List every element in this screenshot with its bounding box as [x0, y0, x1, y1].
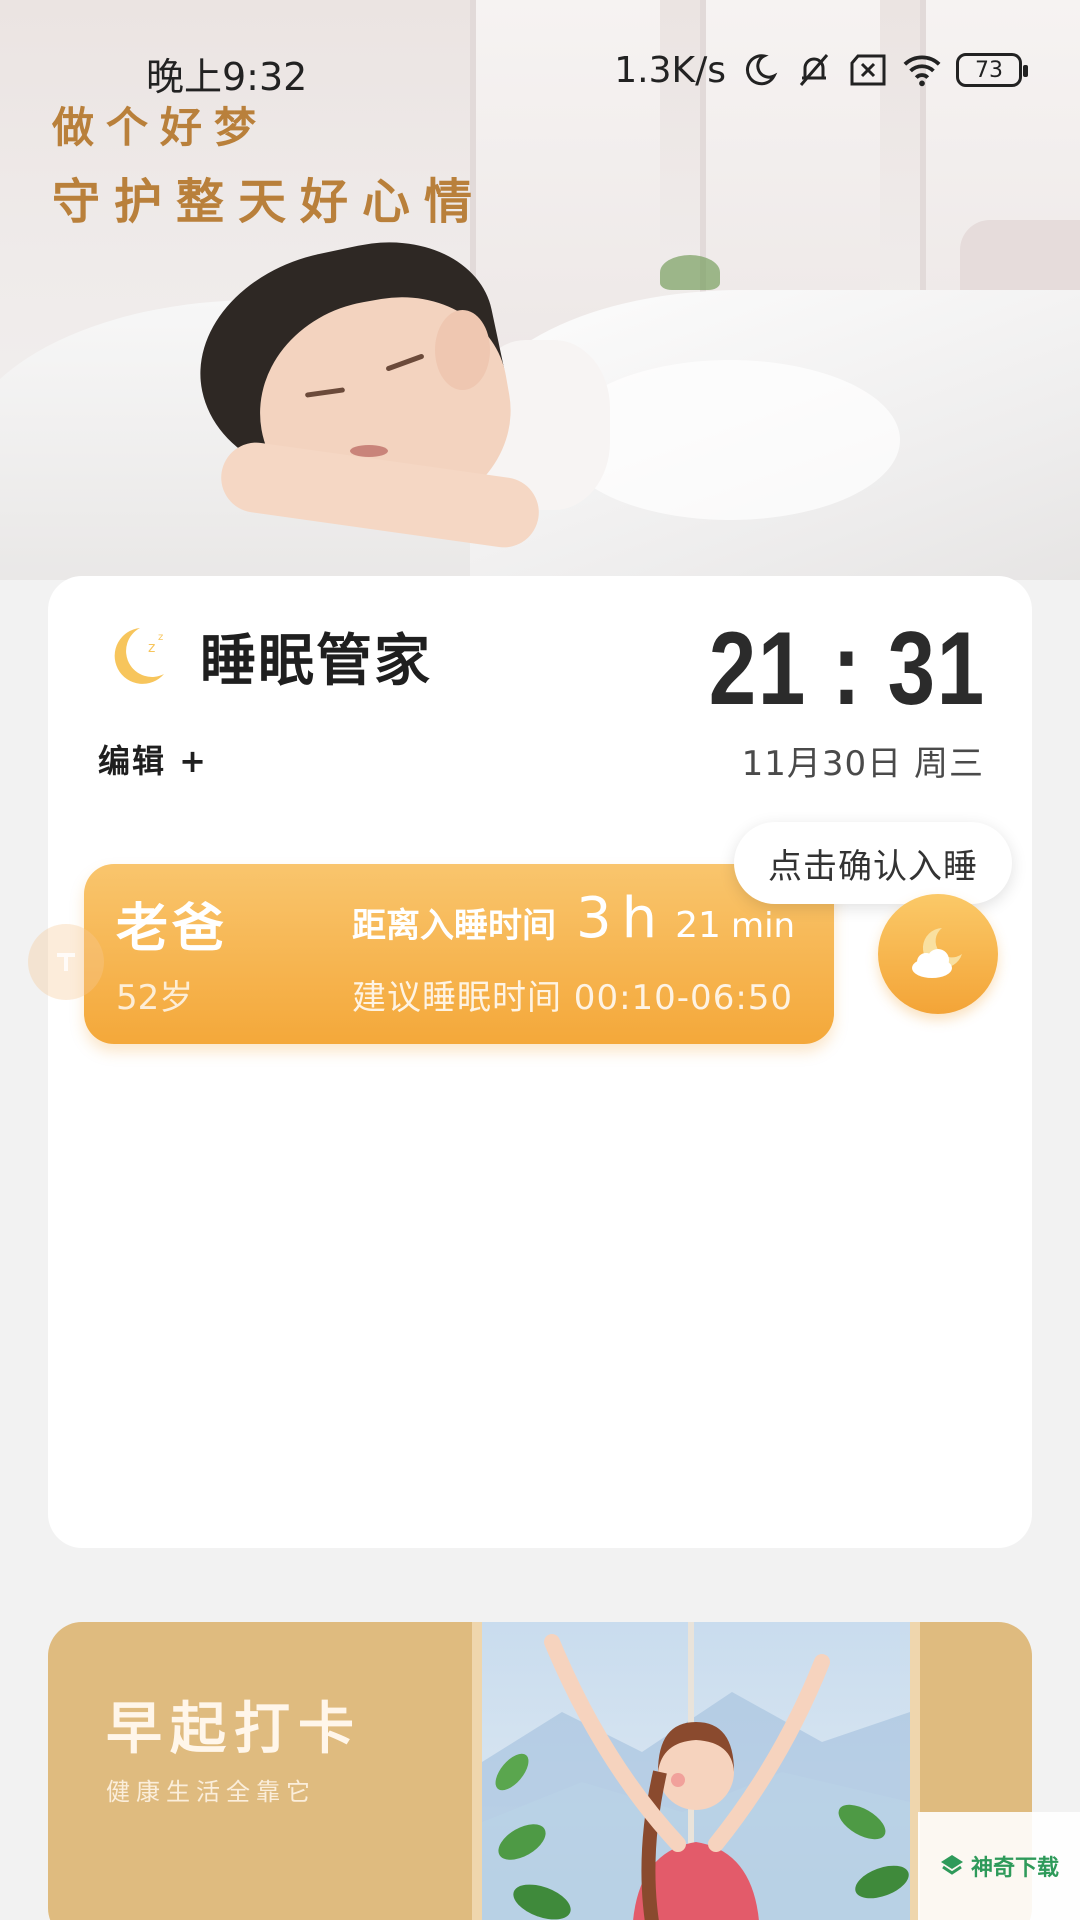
person-name: 老爸 [116, 899, 229, 959]
moon-icon [740, 50, 780, 90]
countdown-minutes: 21 [675, 905, 721, 946]
status-time: 晚上9:32 [146, 55, 308, 99]
current-date: 11月30日 周三 [741, 744, 984, 784]
watermark-text: 神奇下载 [970, 1856, 1059, 1881]
banner-title: 早起打卡 [106, 1697, 362, 1762]
edit-button[interactable]: 编辑 + [98, 736, 208, 782]
plant [660, 255, 720, 290]
current-time: 21 : 31 [709, 611, 986, 727]
svg-text:z: z [148, 640, 155, 656]
sim-off-icon [848, 50, 888, 90]
app-title: 睡眠管家 [200, 629, 432, 694]
sleep-manager-card: z z 睡眠管家 编辑 + 21 : 31 11月30日 周三 老爸 52岁 距… [48, 576, 1032, 1548]
svg-text:z: z [158, 632, 163, 643]
confirm-sleep-button[interactable] [878, 894, 998, 1014]
blanket-fold [560, 360, 900, 520]
watermark: 神奇下载 [918, 1812, 1080, 1920]
battery-level: 73 [975, 57, 1003, 83]
status-bar: 晚上9:32 1.3K/s 73 [0, 0, 1080, 140]
person-sleep-card[interactable]: 老爸 52岁 距离入睡时间 3 h 21 min 建议睡眠时间 00:10-06… [84, 864, 834, 1044]
side-float-handle[interactable] [28, 924, 104, 1000]
watermark-logo-icon [940, 1855, 963, 1875]
countdown-hours: 3 [576, 886, 612, 951]
countdown-label: 距离入睡时间 [352, 906, 556, 946]
countdown-hours-unit: h [621, 886, 658, 951]
network-speed: 1.3K/s [614, 49, 726, 91]
moon-sleep-icon: z z [102, 616, 182, 696]
suggested-sleep-time: 建议睡眠时间 00:10-06:50 [352, 978, 794, 1018]
battery-icon: 73 [956, 53, 1028, 87]
early-rise-checkin-banner[interactable]: 早起打卡 健康生活全靠它 [48, 1622, 1032, 1920]
sleeping-child-illustration [179, 221, 610, 552]
person-age: 52岁 [116, 978, 194, 1018]
hero-slogan-line2: 守护整天好心情 [52, 174, 487, 230]
pin-icon [57, 953, 75, 971]
countdown-minutes-unit: min [730, 906, 796, 946]
status-icons: 1.3K/s 73 [614, 46, 1028, 94]
banner-subtitle: 健康生活全靠它 [106, 1778, 316, 1806]
wifi-icon [902, 50, 942, 90]
morning-stretch-illustration [472, 1622, 920, 1920]
confirm-sleep-tooltip: 点击确认入睡 [734, 822, 1012, 918]
moon-cloud-icon [912, 928, 962, 978]
bell-muted-icon [794, 50, 834, 90]
sleep-countdown: 距离入睡时间 3 h 21 min [352, 886, 795, 951]
